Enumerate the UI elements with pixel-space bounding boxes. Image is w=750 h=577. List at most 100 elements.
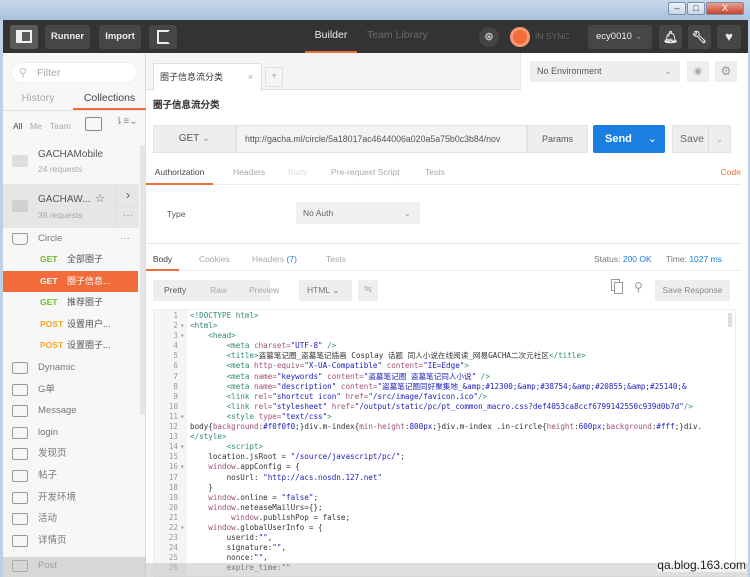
- filter-me[interactable]: Me: [30, 121, 42, 131]
- fold-arrow-icon[interactable]: ▾: [178, 412, 190, 422]
- chevron-right-icon[interactable]: ›: [116, 184, 139, 206]
- maximize-button[interactable]: □: [687, 2, 705, 15]
- line-number: 12: [168, 422, 178, 432]
- view-raw[interactable]: Raw: [210, 280, 227, 301]
- fold-arrow-icon[interactable]: ▾: [178, 462, 190, 472]
- tab-headers[interactable]: Headers: [233, 161, 265, 183]
- fold-arrow-icon[interactable]: ▾: [178, 321, 190, 331]
- user-menu[interactable]: ecy0010 ⌄: [588, 25, 652, 49]
- format-select[interactable]: HTML ⌄: [299, 280, 352, 301]
- folder-item[interactable]: G单: [3, 379, 138, 400]
- folder-item-circle[interactable]: Circle ···: [3, 228, 138, 249]
- tab-team-library[interactable]: Team Library: [367, 20, 428, 53]
- code-token: body{: [190, 422, 213, 432]
- tab-cookies[interactable]: Cookies: [199, 249, 230, 269]
- request-item[interactable]: GET 圈子信息...: [3, 270, 138, 292]
- new-window-button[interactable]: [149, 25, 177, 49]
- star-icon[interactable]: ☆: [95, 192, 105, 205]
- url-input[interactable]: http://gacha.ml/circle/5a18017ac4644006a…: [236, 125, 527, 153]
- tab-pre-request-script[interactable]: Pre-request Script: [331, 161, 400, 183]
- fold-arrow-icon[interactable]: ▾: [178, 442, 190, 452]
- code-token: .online =: [235, 492, 282, 502]
- code-line: 21 window.publishPop = false;: [154, 513, 702, 523]
- new-tab-button[interactable]: +: [265, 67, 283, 87]
- collection-item[interactable]: GACHAMobile 24 requests: [3, 141, 139, 181]
- fold-arrow-icon[interactable]: ▾: [178, 523, 190, 533]
- gear-icon[interactable]: ⚙: [715, 61, 737, 82]
- filter-all[interactable]: All: [13, 121, 22, 131]
- save-button[interactable]: Save ⌄: [672, 125, 731, 153]
- environment-value: No Environment: [537, 66, 602, 76]
- new-collection-icon[interactable]: [85, 117, 102, 131]
- interceptor-icon[interactable]: ⊛: [479, 27, 499, 47]
- tab-authorization[interactable]: Authorization: [146, 161, 213, 185]
- response-code-viewer[interactable]: 1 <!DOCTYPE html> 2 ▾ <html> 3 ▾ <head> 4 <meta…: [153, 309, 736, 577]
- folder-open-icon: [12, 233, 28, 245]
- request-item[interactable]: GET 全部圈子: [3, 249, 138, 270]
- view-pretty[interactable]: Pretty: [164, 280, 186, 301]
- auth-type-select[interactable]: No Auth ⌄: [296, 202, 420, 224]
- folder-item[interactable]: Message: [3, 400, 138, 421]
- search-icon[interactable]: ⚲: [634, 280, 643, 294]
- folder-item[interactable]: Dynamic: [3, 357, 138, 378]
- chevron-down-icon[interactable]: ⌄: [708, 126, 730, 152]
- code-token: <meta: [226, 341, 255, 351]
- tab-builder[interactable]: Builder: [305, 20, 357, 53]
- chevron-down-icon[interactable]: ⌄: [648, 125, 657, 153]
- tab-tests[interactable]: Tests: [425, 161, 445, 183]
- tab-history[interactable]: History: [3, 88, 73, 110]
- view-preview[interactable]: Preview: [249, 280, 279, 301]
- tab-response-body[interactable]: Body: [146, 249, 179, 271]
- code-token: <meta: [226, 361, 255, 371]
- sidebar-scrollbar[interactable]: [140, 145, 145, 415]
- folder-item[interactable]: 详情页: [3, 530, 138, 551]
- code-token: content=: [382, 361, 424, 371]
- params-button[interactable]: Params: [527, 125, 588, 153]
- settings-button[interactable]: 🔧︎: [688, 25, 711, 49]
- sort-icon[interactable]: ⇂≡⌄: [115, 116, 138, 127]
- request-item[interactable]: POST 设置圈子...: [3, 335, 138, 356]
- tab-response-headers[interactable]: Headers (7): [252, 249, 297, 269]
- sync-icon[interactable]: [510, 27, 530, 47]
- divider: [146, 243, 741, 244]
- chevron-down-icon: ⌄: [201, 133, 211, 144]
- environment-select[interactable]: No Environment ⌄: [530, 61, 680, 82]
- save-response-button[interactable]: Save Response: [655, 280, 730, 301]
- fold-arrow-icon[interactable]: ▾: [178, 331, 190, 341]
- heart-button[interactable]: ♥: [717, 25, 741, 49]
- tab-response-tests[interactable]: Tests: [326, 249, 346, 269]
- folder-item[interactable]: 发现页: [3, 443, 138, 464]
- folder-item[interactable]: login: [3, 422, 138, 443]
- code-token: height: [546, 422, 575, 432]
- close-window-button[interactable]: X: [706, 2, 744, 15]
- heart-icon: ♥: [725, 29, 733, 44]
- folder-item[interactable]: 帖子: [3, 465, 138, 486]
- close-tab-icon[interactable]: ×: [248, 64, 253, 90]
- import-button[interactable]: Import: [99, 25, 141, 49]
- toggle-sidebar-button[interactable]: [10, 25, 38, 49]
- more-icon[interactable]: ···: [120, 228, 130, 249]
- filter-input[interactable]: ⚲ Filter: [11, 62, 138, 83]
- code-scrollbar[interactable]: [728, 313, 732, 327]
- filter-team[interactable]: Team: [50, 121, 71, 131]
- request-item[interactable]: POST 设置用户...: [3, 314, 138, 335]
- request-tab[interactable]: 圈子信息流分类 ×: [153, 63, 262, 91]
- folder-item[interactable]: 开发环境: [3, 487, 138, 508]
- collection-item[interactable]: GACHAW... ☆ 38 requests › ···: [3, 184, 139, 228]
- tab-body[interactable]: Body: [288, 161, 307, 183]
- eye-icon[interactable]: ◉: [687, 61, 709, 82]
- send-button[interactable]: Send ⌄: [593, 125, 665, 153]
- folder-item[interactable]: 活动: [3, 508, 138, 529]
- notifications-button[interactable]: 🔔︎: [659, 25, 682, 49]
- wrap-lines-icon[interactable]: ≒: [358, 280, 378, 301]
- runner-button[interactable]: Runner: [45, 25, 90, 49]
- code-link[interactable]: Code: [721, 161, 741, 183]
- minimize-button[interactable]: –: [668, 2, 686, 15]
- request-item[interactable]: GET 推荐圈子: [3, 292, 138, 313]
- method-select[interactable]: GET ⌄: [153, 125, 236, 153]
- tab-collections[interactable]: Collections: [73, 88, 146, 110]
- folder-name: Circle: [38, 233, 63, 244]
- more-icon[interactable]: ···: [116, 206, 139, 228]
- copy-icon[interactable]: [614, 282, 623, 294]
